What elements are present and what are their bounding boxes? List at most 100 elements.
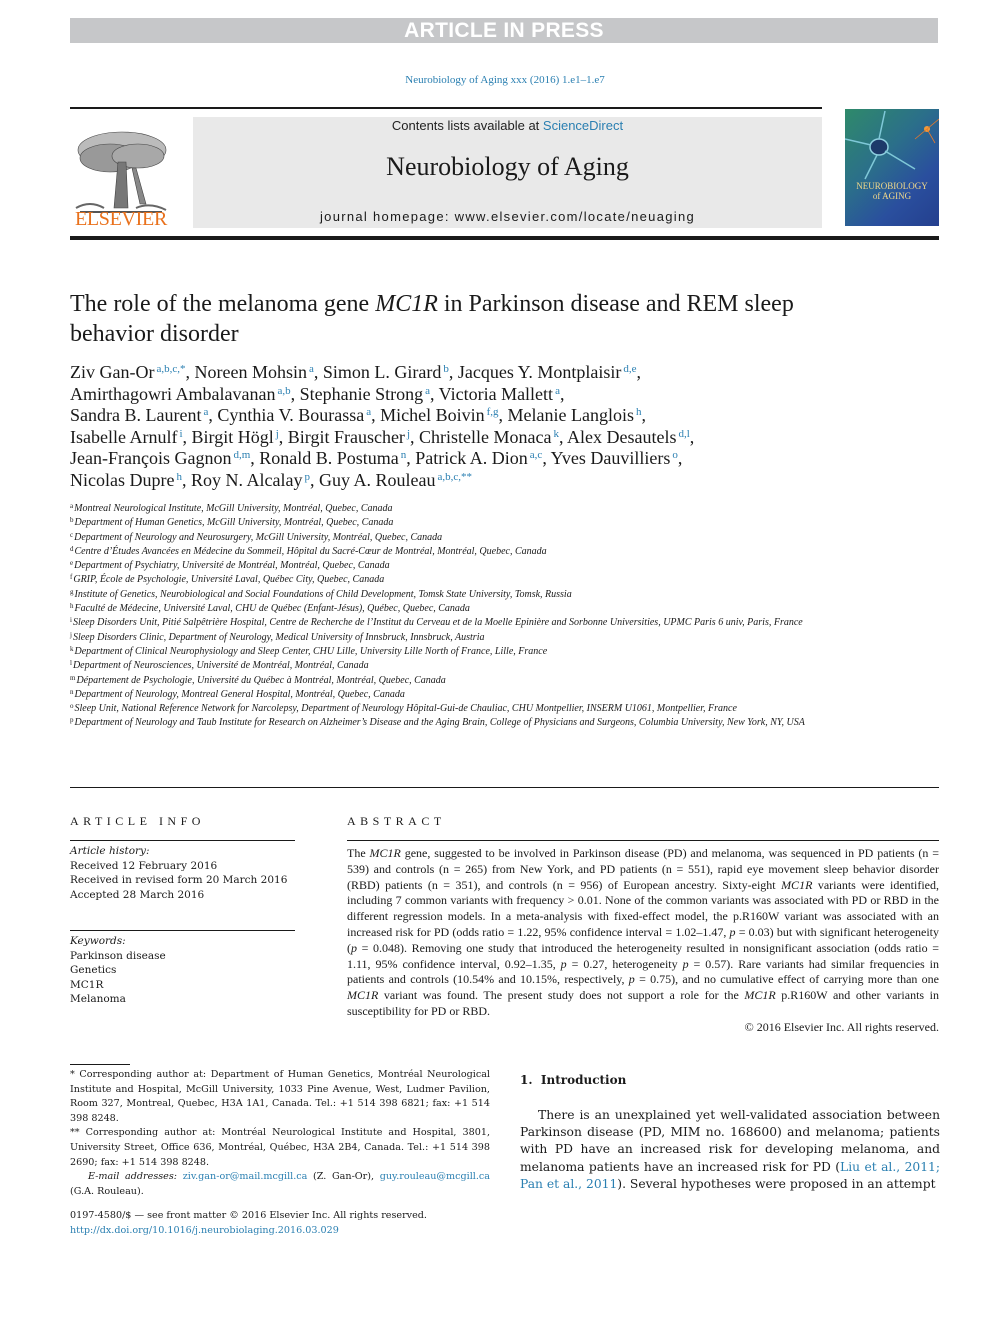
affiliation-text: Department of Neurology and Taub Institu… — [74, 717, 805, 729]
affiliation-item: gInstitute of Genetics, Neurobiological … — [70, 588, 830, 602]
keywords-rule — [70, 930, 295, 931]
affiliation-item: eDepartment of Psychiatry, Université de… — [70, 559, 830, 573]
front-matter: 0197-4580/$ — see front matter © 2016 El… — [70, 1209, 500, 1238]
affiliation-key: c — [70, 530, 74, 539]
author-affiliation-link[interactable]: a,b,c,* — [156, 363, 185, 375]
abstract-body: The MC1R gene, suggested to be involved … — [347, 846, 939, 1036]
email-link-gan-or[interactable]: ziv.gan-or@mail.mcgill.ca — [183, 1171, 308, 1182]
email-owner: (Z. Gan-Or), — [307, 1171, 380, 1183]
affiliation-text: Department of Neurology, Montreal Genera… — [74, 688, 405, 700]
author-name: Stephanie Strong — [299, 383, 424, 404]
affiliation-item: jSleep Disorders Clinic, Department of N… — [70, 631, 830, 645]
author-affiliation-link[interactable]: a — [309, 363, 314, 375]
author-affiliation-link[interactable]: p — [304, 471, 310, 483]
doi-link[interactable]: http://dx.doi.org/10.1016/j.neurobiolagi… — [70, 1225, 339, 1236]
affiliation-key: e — [70, 559, 74, 568]
abstract-italic-term: MC1R — [781, 877, 813, 892]
cover-title-line1: NEUROBIOLOGY — [856, 181, 928, 191]
abstract-segment: The — [347, 846, 370, 860]
affiliation-text: Institute of Genetics, Neurobiological a… — [74, 588, 572, 600]
author-affiliation-link[interactable]: o — [672, 449, 678, 461]
author-affiliation-link[interactable]: a — [366, 406, 371, 418]
corresponding-author-1: * Corresponding author at: Department of… — [70, 1069, 490, 1124]
email-label: E-mail addresses: — [88, 1171, 178, 1183]
affiliation-key: j — [70, 630, 72, 639]
article-history: Article history: Received 12 February 20… — [70, 844, 300, 902]
corresponding-author-2: ** Corresponding author at: Montréal Neu… — [70, 1127, 490, 1168]
author-name: Guy A. Rouleau — [318, 469, 436, 490]
article-in-press-banner: ARTICLE IN PRESS — [70, 18, 938, 43]
author-name: Birgit Frauscher — [287, 426, 405, 447]
author-affiliation-link[interactable]: d,m — [233, 449, 250, 461]
author-affiliation-link[interactable]: d,l — [678, 428, 689, 440]
keyword-item: Genetics — [70, 964, 117, 976]
author-affiliation-link[interactable]: h — [636, 406, 642, 418]
author-affiliation-link[interactable]: a — [203, 406, 208, 418]
affiliation-item: mDépartement de Psychologie, Université … — [70, 674, 830, 688]
author-name: Noreen Mohsin — [194, 362, 307, 382]
reference-link-pan-2011[interactable]: Pan et al., 2011 — [520, 1177, 617, 1191]
author-affiliation-link[interactable]: a,b,c,** — [437, 471, 472, 483]
contents-line: Contents lists available at ScienceDirec… — [193, 118, 822, 133]
footnotes: * Corresponding author at: Department of… — [70, 1068, 490, 1199]
affiliation-item: lDepartment of Neurosciences, Université… — [70, 659, 830, 673]
author-affiliation-link[interactable]: i — [179, 428, 182, 440]
affiliation-item: cDepartment of Neurology and Neurosurger… — [70, 531, 830, 545]
email-addresses: E-mail addresses: ziv.gan-or@mail.mcgill… — [70, 1170, 490, 1199]
header-bottom-rule — [70, 236, 939, 240]
email-owner: (G.A. Rouleau). — [70, 1185, 144, 1197]
affiliation-list: aMontreal Neurological Institute, McGill… — [70, 502, 830, 731]
author-affiliation-link[interactable]: j — [407, 428, 410, 440]
author-affiliation-link[interactable]: h — [176, 471, 182, 483]
journal-masthead: Contents lists available at ScienceDirec… — [193, 117, 822, 228]
author-name: Ronald B. Postuma — [259, 448, 399, 469]
author-name: Nicolas Dupre — [70, 469, 175, 490]
introduction-body: There is an unexplained yet well-validat… — [520, 1107, 940, 1193]
affiliation-text: GRIP, École de Psychologie, Université L… — [73, 574, 385, 586]
journal-name: Neurobiology of Aging — [386, 152, 629, 181]
journal-citation-link[interactable]: Neurobiology of Aging xxx (2016) 1.e1–1.… — [0, 74, 990, 86]
sciencedirect-link[interactable]: ScienceDirect — [543, 118, 623, 133]
author-affiliation-link[interactable]: d,e — [623, 363, 636, 375]
author-affiliation-link[interactable]: f,g — [487, 406, 499, 418]
author-affiliation-link[interactable]: k — [553, 428, 559, 440]
author-affiliation-link[interactable]: j — [276, 428, 279, 440]
affiliation-key: i — [70, 616, 72, 625]
abstract-text: The MC1R gene, suggested to be involved … — [347, 846, 939, 1018]
author-affiliation-link[interactable]: a,c — [530, 449, 543, 461]
affiliation-item: iSleep Disorders Unit, Pitié Salpêtrière… — [70, 616, 830, 630]
reference-link-liu-2011[interactable]: Liu et al., 2011; — [840, 1160, 940, 1174]
affiliation-key: o — [70, 702, 74, 711]
affiliation-text: Sleep Unit, National Reference Network f… — [74, 703, 737, 715]
affiliation-key: d — [70, 544, 74, 553]
article-info-heading: ARTICLE INFO — [70, 814, 205, 828]
author-name: Birgit Högl — [191, 426, 274, 447]
author-name: Patrick A. Dion — [415, 448, 528, 469]
author-name: Sandra B. Laurent — [70, 405, 202, 426]
author-affiliation-link[interactable]: a — [555, 385, 560, 397]
affiliation-item: pDepartment of Neurology and Taub Instit… — [70, 716, 830, 730]
author-affiliation-link[interactable]: a,b — [277, 385, 290, 397]
abstract-italic-term: MC1R — [744, 988, 776, 1003]
keywords-label: Keywords: — [70, 935, 126, 947]
history-item: Accepted 28 March 2016 — [70, 888, 205, 901]
article-history-label: Article history: — [70, 845, 150, 857]
affiliation-key: f — [70, 573, 73, 582]
author-affiliation-link[interactable]: a — [425, 385, 430, 397]
journal-cover-image: NEUROBIOLOGY of AGING — [845, 109, 939, 226]
email-link-rouleau[interactable]: guy.rouleau@mcgill.ca — [380, 1171, 490, 1182]
affiliation-key: l — [70, 659, 72, 668]
author-affiliation-link[interactable]: b — [443, 363, 449, 375]
affiliation-text: Department of Clinical Neurophysiology a… — [74, 645, 548, 657]
affiliation-key: h — [70, 602, 74, 611]
journal-homepage-link[interactable]: journal homepage: www.elsevier.com/locat… — [193, 209, 822, 224]
title-part: The role of the melanoma gene — [70, 291, 376, 317]
affiliation-text: Centre d’Études Avancées en Médecine du … — [74, 545, 547, 557]
author-name: Cynthia V. Bourassa — [217, 405, 365, 426]
author-affiliation-link[interactable]: n — [401, 449, 407, 461]
author-name: Isabelle Arnulf — [70, 426, 178, 447]
affiliation-text: Department of Psychiatry, Université de … — [74, 560, 390, 572]
article-info-rule — [70, 840, 295, 841]
affiliation-item: oSleep Unit, National Reference Network … — [70, 702, 830, 716]
history-item: Received in revised form 20 March 2016 — [70, 874, 288, 886]
